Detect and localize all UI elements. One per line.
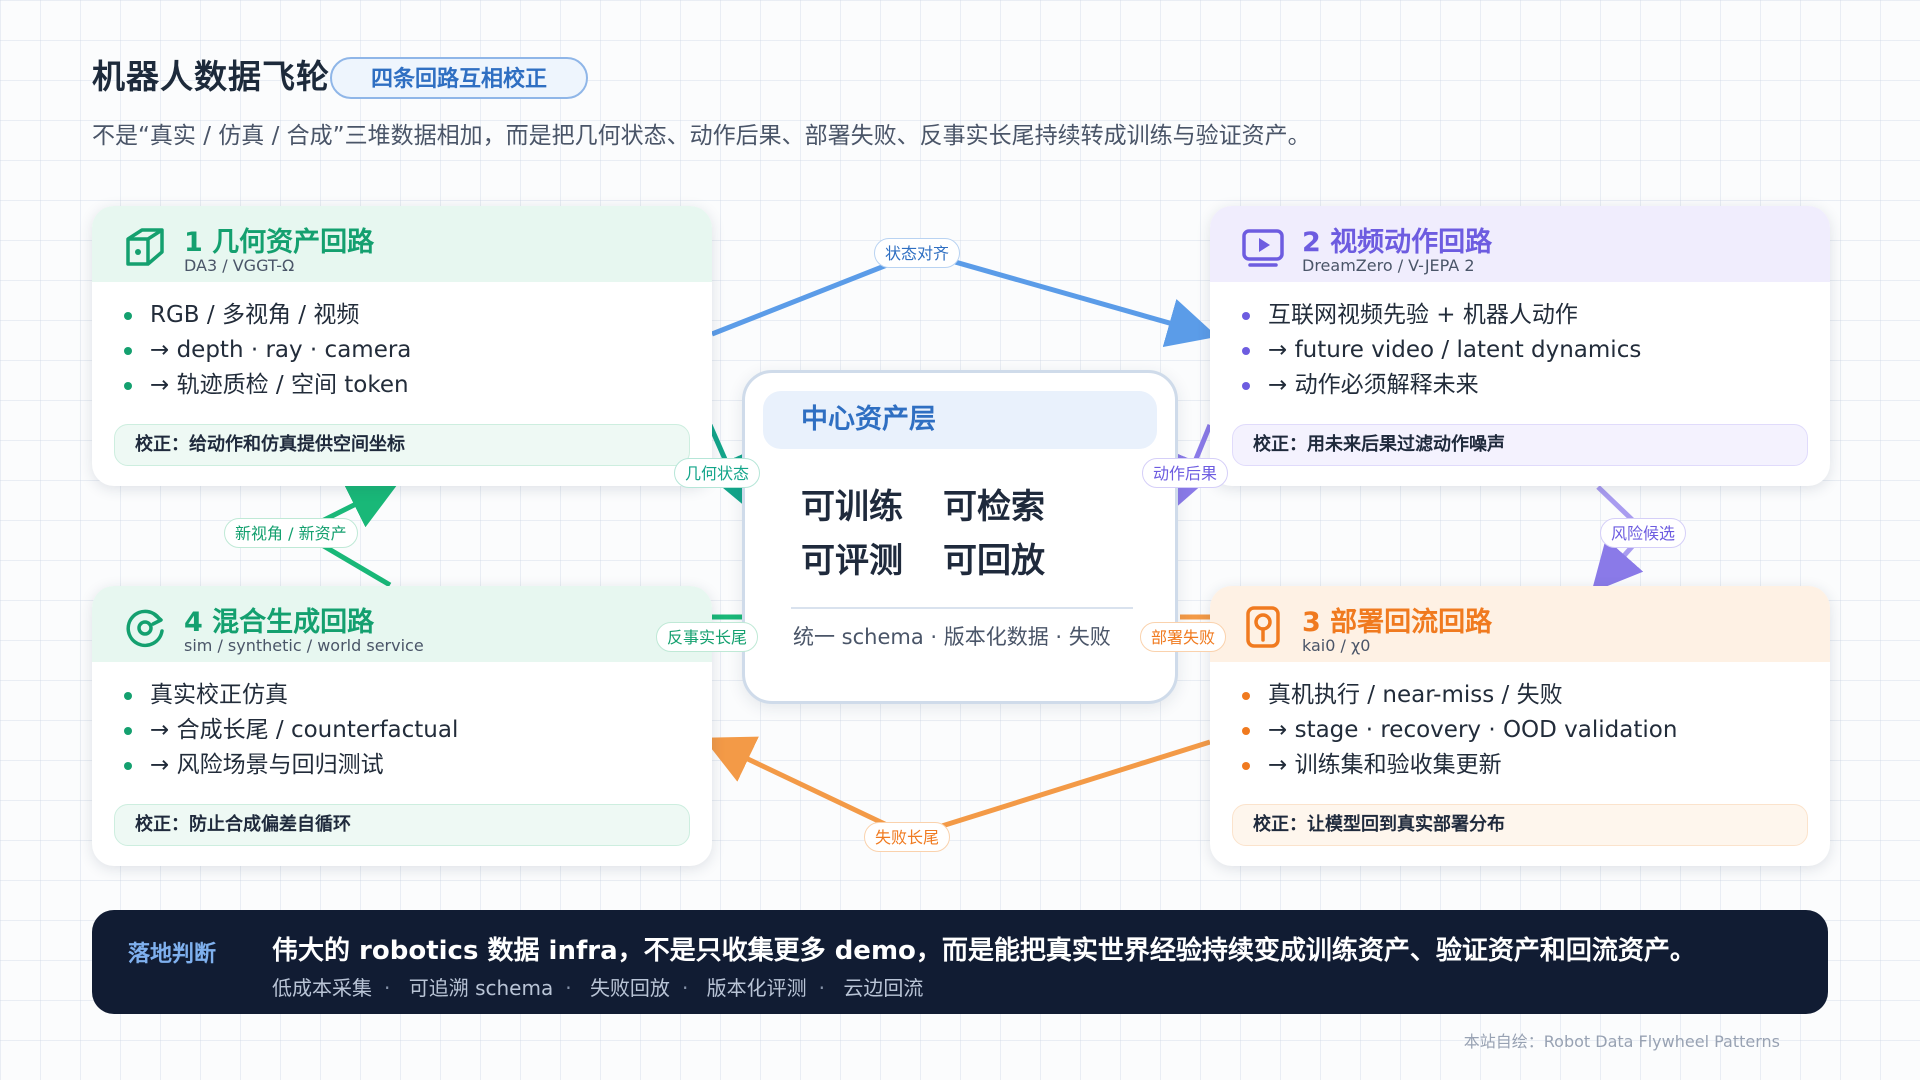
card-video-loop: 2 视频动作回路 DreamZero / V-JEPA 2 互联网视频先验 + … bbox=[1210, 206, 1830, 486]
list-item: → future video / latent dynamics bbox=[1240, 333, 1641, 368]
card-bullet-list: RGB / 多视角 / 视频 → depth · ray · camera → … bbox=[122, 298, 411, 403]
label-state-align: 状态对齐 bbox=[874, 238, 961, 268]
play-icon bbox=[1242, 229, 1284, 267]
label-deploy-fail: 部署失败 bbox=[1140, 622, 1227, 652]
arrow-fail-tail bbox=[702, 736, 1211, 839]
hub-divider bbox=[791, 607, 1133, 609]
list-item: → stage · recovery · OOD validation bbox=[1240, 713, 1677, 748]
keyword: 版本化评测 bbox=[706, 976, 807, 1000]
cube-icon bbox=[126, 228, 164, 266]
label-fail-tail: 失败长尾 bbox=[864, 822, 951, 852]
card-mixed-loop: 4 混合生成回路 sim / synthetic / world service… bbox=[92, 586, 712, 866]
card-check-note: 校正：用未来后果过滤动作噪声 bbox=[1232, 424, 1808, 466]
list-item: → 合成长尾 / counterfactual bbox=[122, 713, 458, 748]
robot-icon bbox=[1246, 606, 1280, 648]
list-item: RGB / 多视角 / 视频 bbox=[122, 298, 411, 333]
card-title: 3 部署回流回路 bbox=[1302, 607, 1493, 638]
hub-trainable: 可训练 bbox=[801, 487, 903, 527]
card-deploy-loop: 3 部署回流回路 kai0 / χ0 真机执行 / near-miss / 失败… bbox=[1210, 586, 1830, 866]
list-item: → 动作必须解释未来 bbox=[1240, 368, 1641, 403]
card-bullet-list: 互联网视频先验 + 机器人动作 → future video / latent … bbox=[1240, 298, 1641, 403]
conclusion-text: 伟大的 robotics 数据 infra，不是只收集更多 demo，而是能把真… bbox=[272, 936, 1696, 966]
label-counterfactual: 反事实长尾 bbox=[656, 622, 759, 652]
list-item: → 训练集和验收集更新 bbox=[1240, 748, 1677, 783]
label-new-view: 新视角 / 新资产 bbox=[224, 518, 358, 548]
card-header: 1 几何资产回路 DA3 / VGGT-Ω bbox=[92, 206, 712, 282]
label-action-result: 动作后果 bbox=[1142, 458, 1229, 488]
list-item: → 风险场景与回归测试 bbox=[122, 748, 458, 783]
card-subtitle: sim / synthetic / world service bbox=[184, 636, 424, 655]
keyword: 可追溯 schema bbox=[408, 976, 554, 1000]
list-item: 互联网视频先验 + 机器人动作 bbox=[1240, 298, 1641, 333]
card-header: 2 视频动作回路 DreamZero / V-JEPA 2 bbox=[1210, 206, 1830, 282]
card-title: 4 混合生成回路 bbox=[184, 607, 375, 638]
label-risk-select: 风险候选 bbox=[1600, 518, 1687, 548]
card-subtitle: DA3 / VGGT-Ω bbox=[184, 256, 295, 275]
list-item: → 轨迹质检 / 空间 token bbox=[122, 368, 411, 403]
card-title: 2 视频动作回路 bbox=[1302, 227, 1493, 258]
hub-title: 中心资产层 bbox=[763, 391, 1157, 449]
conclusion-tag: 落地判断 bbox=[128, 942, 217, 967]
card-header: 4 混合生成回路 sim / synthetic / world service bbox=[92, 586, 712, 662]
list-item: 真机执行 / near-miss / 失败 bbox=[1240, 678, 1677, 713]
hub-replayable: 可回放 bbox=[943, 541, 1045, 581]
hub-evaluable: 可评测 bbox=[801, 541, 903, 581]
card-bullet-list: 真机执行 / near-miss / 失败 → stage · recovery… bbox=[1240, 678, 1677, 783]
arrow-state-align-path bbox=[711, 249, 1218, 348]
card-bullet-list: 真实校正仿真 → 合成长尾 / counterfactual → 风险场景与回归… bbox=[122, 678, 458, 783]
card-check-note: 校正：让模型回到真实部署分布 bbox=[1232, 804, 1808, 846]
keyword: 失败回放 bbox=[589, 976, 670, 1000]
hub-footer: 统一 schema · 版本化数据 · 失败 bbox=[793, 625, 1111, 649]
source-credit: 本站自绘：Robot Data Flywheel Patterns bbox=[1463, 1032, 1780, 1051]
card-check-note: 校正：给动作和仿真提供空间坐标 bbox=[114, 424, 690, 466]
keyword: 低成本采集 bbox=[272, 976, 372, 1000]
hub-searchable: 可检索 bbox=[943, 487, 1045, 527]
card-title: 1 几何资产回路 bbox=[184, 227, 375, 258]
conclusion-keywords: 低成本采集 · 可追溯 schema · 失败回放 · 版本化评测 · 云边回流 bbox=[272, 976, 924, 1000]
cycle-icon bbox=[126, 609, 164, 648]
list-item: 真实校正仿真 bbox=[122, 678, 458, 713]
central-asset-layer: 中心资产层 可训练 可检索 可评测 可回放 统一 schema · 版本化数据 … bbox=[742, 370, 1178, 704]
card-subtitle: DreamZero / V-JEPA 2 bbox=[1302, 256, 1475, 275]
label-geo-state: 几何状态 bbox=[674, 458, 761, 488]
card-header: 3 部署回流回路 kai0 / χ0 bbox=[1210, 586, 1830, 662]
card-geometry-loop: 1 几何资产回路 DA3 / VGGT-Ω RGB / 多视角 / 视频 → d… bbox=[92, 206, 712, 486]
list-item: → depth · ray · camera bbox=[122, 333, 411, 368]
keyword: 云边回流 bbox=[843, 976, 924, 1000]
card-subtitle: kai0 / χ0 bbox=[1302, 636, 1371, 655]
conclusion-banner: 落地判断 伟大的 robotics 数据 infra，不是只收集更多 demo，… bbox=[92, 910, 1828, 1014]
card-check-note: 校正：防止合成偏差自循环 bbox=[114, 804, 690, 846]
